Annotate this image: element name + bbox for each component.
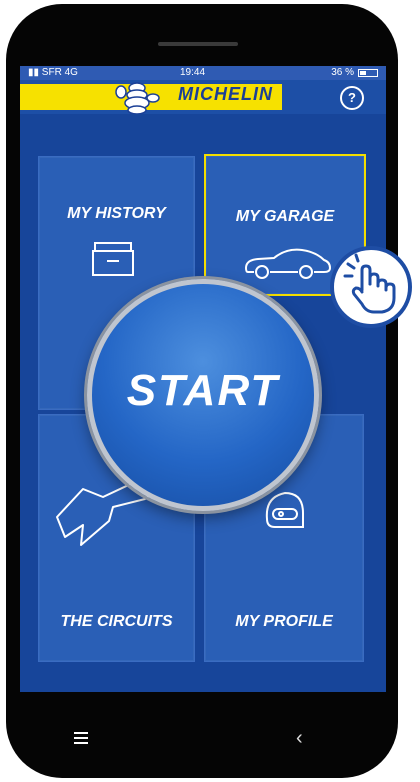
tile-label-history: MY HISTORY [67, 205, 166, 222]
car-icon [245, 248, 332, 279]
tap-hint-badge [330, 246, 412, 328]
main-menu: MY HISTORY MY GARAGE THE CIRCUITS MY PRO… [20, 114, 386, 692]
status-bar: ▮▮ SFR 4G 19:44 36 % [20, 66, 386, 80]
help-button[interactable]: ? [340, 86, 364, 110]
bibendum-logo-icon [115, 82, 160, 114]
hand-tap-icon [343, 253, 396, 314]
start-label: START [126, 366, 280, 415]
status-battery-group: 36 % [331, 66, 378, 80]
back-icon[interactable]: ‹ [296, 728, 303, 748]
menu-icon[interactable] [74, 732, 88, 744]
tile-label-garage: MY GARAGE [235, 208, 335, 225]
start-button[interactable]: START [87, 279, 319, 511]
status-time: 19:44 [180, 67, 206, 78]
helmet-icon [265, 491, 304, 528]
app-header: MICHELIN ? [20, 80, 386, 114]
system-nav-bar: ‹ [66, 728, 346, 752]
signal-icon: ▮▮ [28, 67, 40, 78]
archive-box-icon [92, 242, 134, 276]
brand-name: MICHELIN [178, 84, 273, 104]
status-carrier: ▮▮ SFR 4G [28, 66, 78, 80]
carrier-label: SFR 4G [41, 67, 78, 78]
phone-frame: ▮▮ SFR 4G 19:44 36 % MICHELIN ? MY HISTO… [6, 4, 398, 778]
tile-label-circuits: THE CIRCUITS [60, 613, 173, 630]
battery-label: 36 % [331, 67, 354, 78]
battery-icon [358, 69, 378, 77]
app-screen: ▮▮ SFR 4G 19:44 36 % MICHELIN ? MY HISTO… [20, 66, 386, 692]
phone-speaker [158, 42, 238, 46]
tile-label-profile: MY PROFILE [235, 613, 333, 630]
